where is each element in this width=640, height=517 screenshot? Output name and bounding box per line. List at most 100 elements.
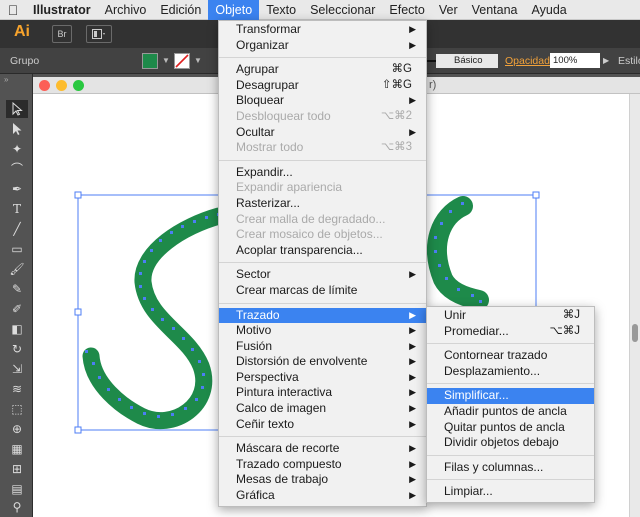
submenu-arrow-icon: ▶ xyxy=(409,418,416,429)
lasso-tool-icon[interactable]: ⌒ xyxy=(6,160,28,178)
green-right-stroke xyxy=(427,196,489,310)
menu-objeto[interactable]: Objeto xyxy=(208,0,260,20)
menu-item-trazado[interactable]: Trazado ▶ xyxy=(219,307,426,324)
vertical-scrollbar[interactable] xyxy=(629,94,640,517)
menu-item-ocultar[interactable]: Ocultar ▶ xyxy=(219,125,426,141)
collapse-icon[interactable]: » xyxy=(4,75,8,84)
menu-item-desagrupar[interactable]: Desagrupar ⇧⌘G xyxy=(219,78,426,94)
menu-item-grafica[interactable]: Gráfica ▶ xyxy=(219,488,426,504)
menu-ventana[interactable]: Ventana xyxy=(465,0,525,20)
submenu-arrow-icon: ▶ xyxy=(409,126,416,137)
chevron-right-icon[interactable]: ▶ xyxy=(603,56,609,65)
menu-item-simplificar[interactable]: Simplificar... xyxy=(427,388,594,404)
menu-item-expandir[interactable]: Expandir... xyxy=(219,165,426,181)
menu-item-organizar[interactable]: Organizar ▶ xyxy=(219,38,426,54)
eraser-icon[interactable]: ◧ xyxy=(6,320,28,338)
menu-item-sector[interactable]: Sector ▶ xyxy=(219,267,426,283)
rotate-icon[interactable]: ↻ xyxy=(6,340,28,358)
menu-ver[interactable]: Ver xyxy=(432,0,465,20)
menu-item-crear-marcas[interactable]: Crear marcas de límite xyxy=(219,283,426,299)
warp-icon[interactable]: ≋ xyxy=(6,380,28,398)
opacity-label[interactable]: Opacidad: xyxy=(505,55,553,67)
rectangle-tool-icon[interactable]: ▭ xyxy=(6,240,28,258)
menu-item-limpiar[interactable]: Limpiar... xyxy=(427,484,594,500)
menu-seleccionar[interactable]: Seleccionar xyxy=(303,0,382,20)
menu-item-motivo[interactable]: Motivo ▶ xyxy=(219,323,426,339)
menu-item-contornear-trazado[interactable]: Contornear trazado xyxy=(427,348,594,364)
menu-edicion[interactable]: Edición xyxy=(153,0,208,20)
menu-item-anadir-puntos[interactable]: Añadir puntos de ancla xyxy=(427,404,594,420)
menu-item-perspectiva[interactable]: Perspectiva ▶ xyxy=(219,370,426,386)
menu-item-calco-imagen[interactable]: Calco de imagen ▶ xyxy=(219,401,426,417)
shortcut: ⌥⌘2 xyxy=(380,109,412,122)
gradient-tool-icon[interactable]: ▤ xyxy=(6,480,28,498)
menu-item-mostrar-todo: Mostrar todo ⌥⌘3 xyxy=(236,140,412,155)
menu-efecto[interactable]: Efecto xyxy=(382,0,431,20)
menu-item-trazado-compuesto[interactable]: Trazado compuesto ▶ xyxy=(219,457,426,473)
opacity-input[interactable]: 100% xyxy=(550,53,600,68)
arrange-icon[interactable] xyxy=(86,25,112,43)
menu-texto[interactable]: Texto xyxy=(259,0,303,20)
pencil-icon[interactable]: ✎ xyxy=(6,280,28,298)
menu-item-crear-mosaico: Crear mosaico de objetos... xyxy=(236,227,383,242)
menu-item-unir[interactable]: Unir ⌘J xyxy=(427,308,594,324)
shape-builder-icon[interactable]: ⊕ xyxy=(6,420,28,438)
menu-item-agrupar[interactable]: Agrupar ⌘G xyxy=(219,62,426,78)
chevron-down-icon[interactable]: ▼ xyxy=(162,56,170,65)
trazado-submenu: Unir ⌘J Promediar... ⌥⌘J Contornear trazad… xyxy=(426,306,595,503)
menu-item-dividir-objetos[interactable]: Dividir objetos debajo xyxy=(427,435,594,451)
menu-ayuda[interactable]: Ayuda xyxy=(525,0,574,20)
menu-item-fusion[interactable]: Fusión ▶ xyxy=(219,339,426,355)
submenu-arrow-icon: ▶ xyxy=(409,309,416,320)
fill-swatch[interactable] xyxy=(142,53,158,69)
menu-item-cenir-texto[interactable]: Ceñir texto ▶ xyxy=(219,417,426,433)
menu-item-pintura-interactiva[interactable]: Pintura interactiva ▶ xyxy=(219,385,426,401)
menu-item-rasterizar[interactable]: Rasterizar... xyxy=(219,196,426,212)
menu-item-mascara-recorte[interactable]: Máscara de recorte ▶ xyxy=(219,441,426,457)
menu-bar:  Illustrator Archivo Edición Objeto Tex… xyxy=(0,0,640,20)
menu-item-acoplar-transparencia[interactable]: Acoplar transparencia... xyxy=(219,243,426,259)
blob-brush-icon[interactable]: ✐ xyxy=(6,300,28,318)
menu-item-desplazamiento[interactable]: Desplazamiento... xyxy=(427,364,594,380)
style-label: Estilo xyxy=(618,55,640,67)
menu-item-bloquear[interactable]: Bloquear ▶ xyxy=(219,93,426,109)
menu-archivo[interactable]: Archivo xyxy=(98,0,154,20)
perspective-grid-icon[interactable]: ▦ xyxy=(6,440,28,458)
pen-tool-icon[interactable]: ✒ xyxy=(6,180,28,198)
menu-app-illustrator[interactable]: Illustrator xyxy=(26,0,98,20)
menu-separator xyxy=(427,479,594,481)
submenu-arrow-icon: ▶ xyxy=(409,39,416,50)
stroke-none-swatch[interactable] xyxy=(174,53,190,69)
magic-wand-icon[interactable]: ✦ xyxy=(6,140,28,158)
menu-item-distorsion[interactable]: Distorsión de envolvente ▶ xyxy=(219,354,426,370)
submenu-arrow-icon: ▶ xyxy=(409,458,416,469)
scale-icon[interactable]: ⇲ xyxy=(6,360,28,378)
menu-item-mesas-trabajo[interactable]: Mesas de trabajo ▶ xyxy=(219,472,426,488)
type-tool-icon[interactable]: T xyxy=(6,200,28,218)
apple-icon[interactable]:  xyxy=(0,2,26,18)
bridge-icon[interactable]: Br xyxy=(52,25,72,43)
stroke-profile-dropdown[interactable]: Básico xyxy=(436,54,498,68)
menu-item-quitar-puntos[interactable]: Quitar puntos de ancla xyxy=(427,420,594,436)
scrollbar-thumb[interactable] xyxy=(632,324,638,342)
submenu-arrow-icon: ▶ xyxy=(409,371,416,382)
free-transform-icon[interactable]: ⬚ xyxy=(6,400,28,418)
line-tool-icon[interactable]: ╱ xyxy=(6,220,28,238)
paintbrush-icon[interactable]: 🖌 xyxy=(6,260,28,278)
close-window-button[interactable] xyxy=(39,80,50,91)
eyedropper-icon[interactable]: ⚲ xyxy=(6,498,28,516)
shortcut: ⌘J xyxy=(562,309,580,321)
tools-panel: » ✦ ⌒ ✒ T ╱ ▭ 🖌 ✎ ✐ ◧ ↻ ⇲ ≋ ⬚ ⊕ ▦ ⊞ ▤ ⚲ xyxy=(0,74,33,517)
direct-selection-icon[interactable] xyxy=(6,120,28,138)
zoom-window-button[interactable] xyxy=(73,80,84,91)
menu-item-desbloquear-todo: Desbloquear todo ⌥⌘2 xyxy=(236,108,412,123)
minimize-window-button[interactable] xyxy=(56,80,67,91)
mesh-tool-icon[interactable]: ⊞ xyxy=(6,460,28,478)
menu-separator xyxy=(427,343,594,345)
menu-separator xyxy=(427,383,594,385)
menu-item-promediar[interactable]: Promediar... ⌥⌘J xyxy=(427,324,594,340)
menu-item-filas-columnas[interactable]: Filas y columnas... xyxy=(427,460,594,476)
selection-tool-icon[interactable] xyxy=(6,100,28,118)
chevron-down-icon[interactable]: ▼ xyxy=(194,56,202,65)
menu-item-transformar[interactable]: Transformar ▶ xyxy=(219,22,426,38)
